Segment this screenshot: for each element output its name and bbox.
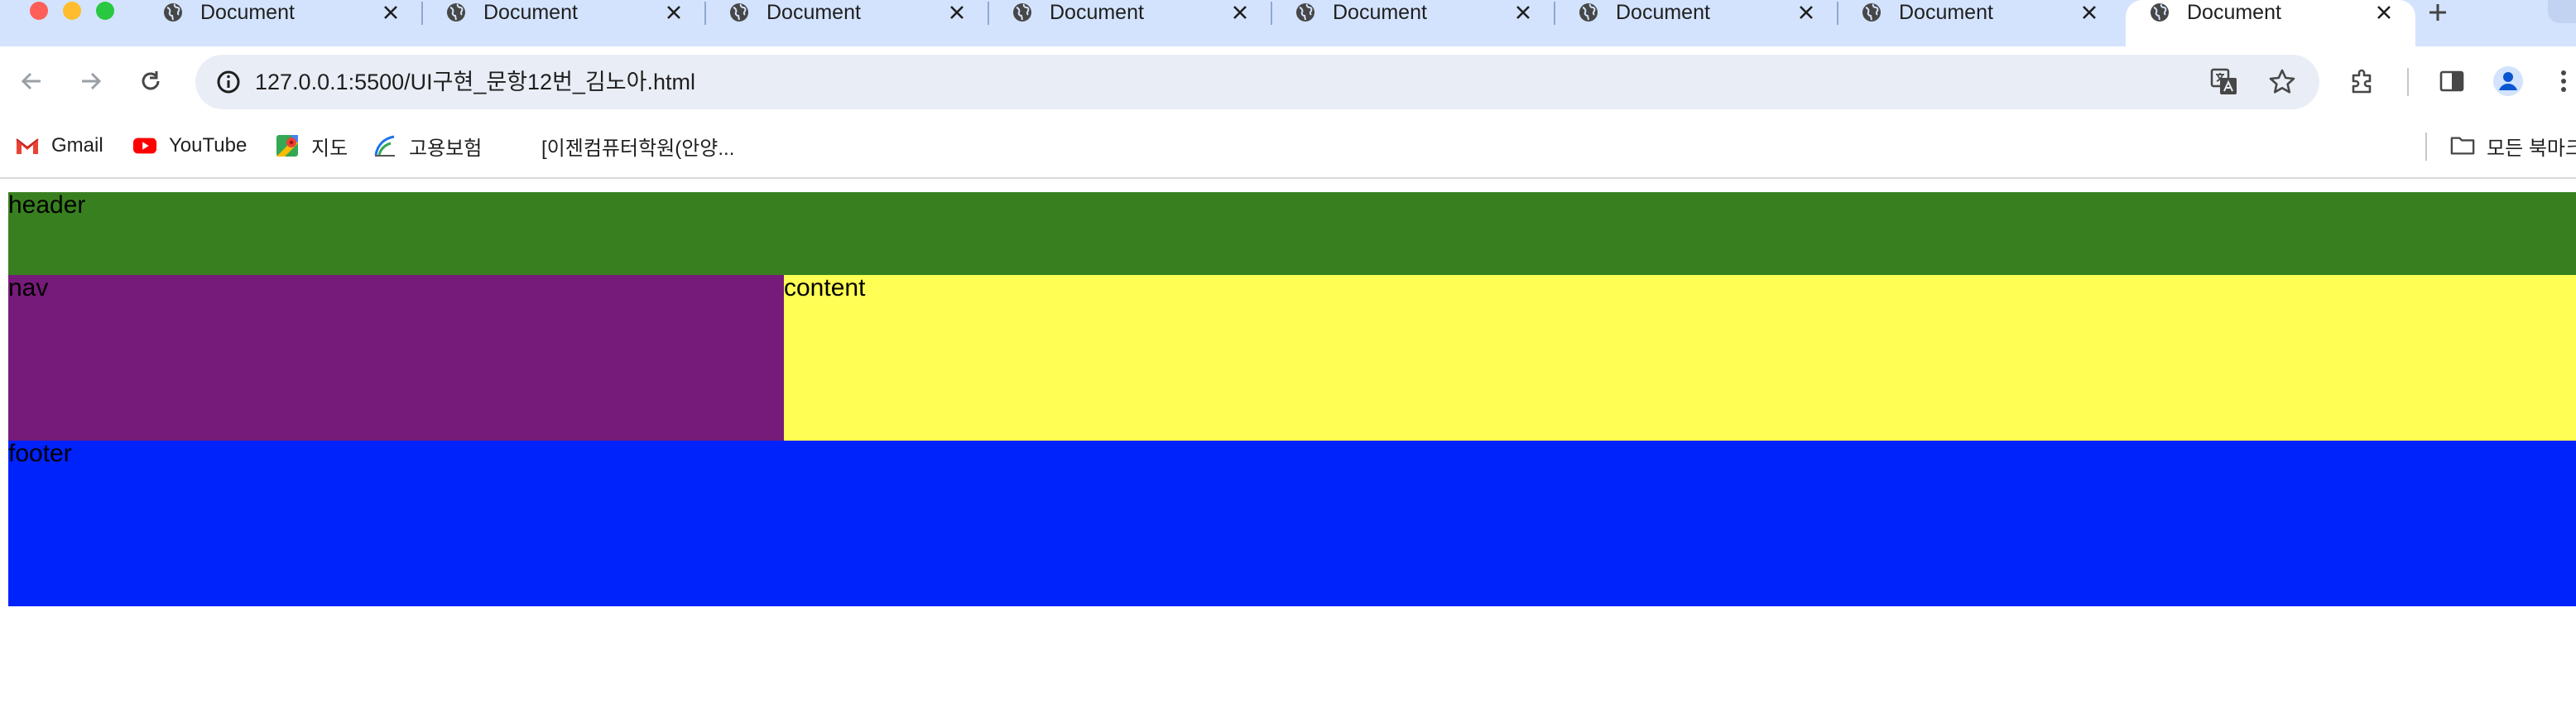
close-icon: [2083, 6, 2096, 19]
back-button[interactable]: [12, 61, 51, 101]
close-icon: [1233, 6, 1247, 19]
bookmark-label: 지도: [311, 137, 348, 160]
nav-label: nav: [8, 274, 49, 301]
folder-icon: [2450, 133, 2475, 158]
tab-title: Document: [200, 0, 295, 24]
tab[interactable]: Document: [705, 0, 988, 25]
extensions-button[interactable]: [2343, 61, 2382, 101]
bookmarks-divider: [2425, 133, 2427, 161]
globe-icon: [164, 3, 182, 22]
tab[interactable]: Document: [1555, 0, 1838, 25]
globe-icon: [2151, 3, 2169, 22]
bookmark-gmail[interactable]: Gmail: [15, 129, 103, 162]
avatar-icon: [2493, 66, 2523, 96]
browser-menu-button[interactable]: [2551, 61, 2576, 101]
tab-close-button[interactable]: [945, 1, 968, 24]
tab-search-button[interactable]: [2548, 0, 2576, 23]
kebab-menu-icon: [2561, 70, 2566, 92]
globe-icon: [1579, 3, 1598, 22]
tab[interactable]: Document: [988, 0, 1271, 25]
gmail-icon: [15, 133, 40, 158]
globe-icon: [1013, 3, 1031, 22]
bookmarks-bar: Gmail YouTube 지도 고용보험 [이젠컴퓨터학원(안양... 모든 …: [0, 118, 2576, 179]
globe-icon: [447, 3, 465, 22]
tab-close-button[interactable]: [662, 1, 685, 24]
forward-button[interactable]: [71, 61, 111, 101]
tab-active[interactable]: Document: [2126, 0, 2415, 46]
close-icon: [384, 6, 397, 19]
page-content-block: content: [784, 275, 2576, 441]
bookmark-youtube[interactable]: YouTube: [132, 129, 247, 162]
globe-icon: [730, 3, 748, 22]
tab-close-button[interactable]: [2372, 1, 2396, 24]
footer-label: footer: [8, 440, 72, 467]
youtube-icon: [132, 133, 157, 158]
window-close-button[interactable]: [30, 2, 48, 20]
arrow-left-icon: [21, 72, 41, 90]
bookmark-label: 모든 북마크: [2487, 137, 2576, 160]
header-label: header: [8, 191, 86, 219]
tab-close-button[interactable]: [379, 1, 402, 24]
tab-title: Document: [483, 0, 578, 24]
bookmark-employment-insurance[interactable]: 고용보험: [372, 129, 482, 162]
page-footer-block: footer: [8, 441, 2576, 606]
arrow-right-icon: [82, 72, 102, 90]
bookmark-ezen-academy[interactable]: [이젠컴퓨터학원(안양...: [541, 129, 734, 162]
tab-title: Document: [2187, 0, 2281, 24]
employment-insurance-icon: [372, 133, 397, 158]
puzzle-icon: [2352, 69, 2372, 94]
close-icon: [950, 6, 964, 19]
tab[interactable]: Document: [1271, 0, 1555, 25]
close-icon: [1516, 6, 1530, 19]
window-minimize-button[interactable]: [63, 2, 81, 20]
bookmark-maps[interactable]: 지도: [275, 129, 348, 162]
tab[interactable]: Document: [422, 0, 705, 25]
page-nav-block: nav: [8, 275, 784, 441]
maps-icon: [275, 133, 300, 158]
tab-title: Document: [1899, 0, 1993, 24]
plus-icon: [2429, 4, 2446, 21]
tab-close-button[interactable]: [1228, 1, 1252, 24]
content-label: content: [784, 274, 866, 301]
page-header-block: header: [8, 192, 2576, 275]
bookmark-all-bookmarks-folder[interactable]: 모든 북마크: [2450, 129, 2576, 162]
tab[interactable]: Document: [139, 0, 422, 25]
new-tab-button[interactable]: [2417, 0, 2458, 25]
close-icon: [2377, 6, 2391, 19]
reload-button[interactable]: [131, 61, 171, 101]
bookmark-star-icon[interactable]: [2265, 65, 2300, 99]
tab-title: Document: [1616, 0, 1710, 24]
globe-icon: [1862, 3, 1881, 22]
bookmark-label: 고용보험: [409, 137, 483, 160]
window-maximize-button[interactable]: [96, 2, 114, 20]
reload-icon: [142, 71, 160, 90]
side-panel-button[interactable]: [2432, 61, 2472, 101]
bookmark-label: YouTube: [169, 134, 248, 157]
url-text[interactable]: 127.0.0.1:5500/UI구현_문항12번_김노아.html: [255, 55, 695, 109]
tab-title: Document: [1333, 0, 1427, 24]
browser-toolbar: 127.0.0.1:5500/UI구현_문항12번_김노아.html: [0, 46, 2576, 118]
side-panel-icon: [2439, 70, 2464, 92]
bookmark-label: Gmail: [51, 134, 103, 157]
translate-icon[interactable]: [2207, 65, 2242, 99]
bookmark-label: [이젠컴퓨터학원(안양...: [541, 137, 735, 160]
tab-close-button[interactable]: [1795, 1, 1818, 24]
tab-title: Document: [1050, 0, 1144, 24]
site-info-icon[interactable]: [212, 65, 245, 99]
close-icon: [1800, 6, 1813, 19]
tab-title: Document: [767, 0, 861, 24]
tab[interactable]: Document: [1838, 0, 2121, 25]
toolbar-divider: [2407, 68, 2409, 96]
tab-strip: Document Document Document Document Document…: [0, 0, 2576, 46]
profile-button[interactable]: [2488, 61, 2528, 101]
globe-icon: [1296, 3, 1314, 22]
tab-close-button[interactable]: [1511, 1, 1535, 24]
tab-close-button[interactable]: [2078, 1, 2101, 24]
address-bar[interactable]: 127.0.0.1:5500/UI구현_문항12번_김노아.html: [195, 55, 2319, 109]
close-icon: [667, 6, 680, 19]
